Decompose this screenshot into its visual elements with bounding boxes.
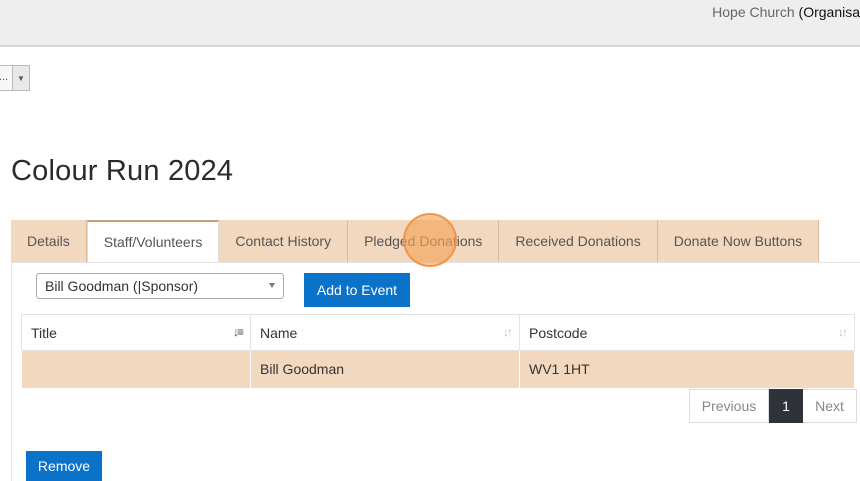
cell-title bbox=[21, 350, 251, 388]
page-title: Colour Run 2024 bbox=[11, 155, 234, 187]
tab-details[interactable]: Details bbox=[11, 220, 87, 262]
column-header-title[interactable]: Title ↓≡ bbox=[21, 314, 251, 351]
table-header-row: Title ↓≡ Name ↓↑ Postcode ↓↑ bbox=[21, 314, 855, 351]
column-header-label: Postcode bbox=[529, 324, 588, 341]
cell-postcode: WV1 1HT bbox=[519, 350, 855, 388]
staff-select-value: Bill Goodman (|Sponsor) bbox=[45, 278, 199, 294]
table-row[interactable]: Bill Goodman WV1 1HT bbox=[21, 350, 855, 388]
column-header-label: Name bbox=[260, 324, 298, 341]
caret-down-icon bbox=[269, 283, 275, 288]
column-header-name[interactable]: Name ↓↑ bbox=[250, 314, 520, 351]
click-indicator bbox=[403, 213, 457, 267]
organisation-label[interactable]: Hope Church (Organisa bbox=[712, 4, 860, 20]
org-name: Hope Church bbox=[712, 4, 795, 20]
staff-select[interactable]: Bill Goodman (|Sponsor) bbox=[36, 273, 284, 299]
sort-icon[interactable]: ↓↑ bbox=[503, 325, 513, 339]
filter-value: ... bbox=[0, 65, 12, 91]
next-page-button[interactable]: Next bbox=[803, 389, 857, 423]
remove-button[interactable]: Remove bbox=[26, 451, 102, 481]
sort-icon[interactable]: ↓↑ bbox=[838, 325, 848, 339]
pagination: Previous 1 Next bbox=[689, 389, 857, 423]
top-bar: Hope Church (Organisa bbox=[0, 0, 860, 47]
tab-donate-now-buttons[interactable]: Donate Now Buttons bbox=[657, 220, 820, 262]
chevron-down-icon[interactable]: ▼ bbox=[12, 65, 30, 91]
column-header-label: Title bbox=[31, 324, 57, 341]
tab-staff-volunteers[interactable]: Staff/Volunteers bbox=[86, 220, 220, 262]
sort-desc-icon[interactable]: ↓≡ bbox=[233, 325, 244, 339]
filter-dropdown[interactable]: ... ▼ bbox=[0, 65, 30, 91]
page-1-button[interactable]: 1 bbox=[769, 389, 803, 423]
cell-name: Bill Goodman bbox=[250, 350, 520, 388]
previous-page-button[interactable]: Previous bbox=[689, 389, 769, 423]
tab-contact-history[interactable]: Contact History bbox=[219, 220, 349, 262]
column-header-postcode[interactable]: Postcode ↓↑ bbox=[519, 314, 855, 351]
org-suffix: (Organisa bbox=[798, 4, 860, 20]
add-to-event-button[interactable]: Add to Event bbox=[304, 273, 410, 307]
tab-received-donations[interactable]: Received Donations bbox=[499, 220, 658, 262]
staff-table: Title ↓≡ Name ↓↑ Postcode ↓↑ Bill Goodma… bbox=[21, 314, 855, 388]
